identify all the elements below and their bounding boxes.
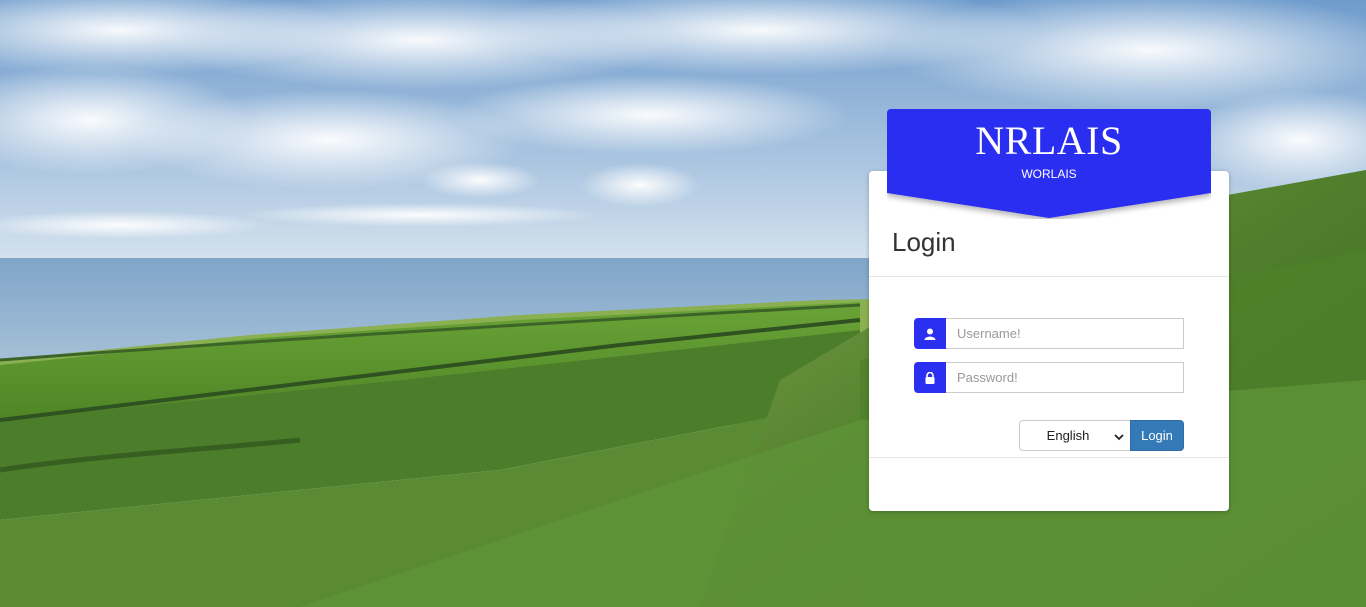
brand-title: NRLAIS [975,118,1123,163]
panel-footer-divider [869,457,1229,458]
language-select[interactable]: English [1019,420,1131,451]
brand-banner: NRLAIS WORLAIS [887,109,1211,219]
username-input[interactable] [946,318,1184,349]
chevron-down-icon [1114,430,1124,445]
login-button[interactable]: Login [1130,420,1184,451]
login-panel: Login English Login [869,171,1229,511]
password-input[interactable] [946,362,1184,393]
username-input-group [914,318,1184,349]
lock-icon [914,362,946,393]
language-selected-value: English [1046,428,1090,443]
login-title: Login [892,227,956,257]
password-input-group [914,362,1184,393]
brand-subtitle: WORLAIS [1021,167,1077,181]
user-icon [914,318,946,349]
